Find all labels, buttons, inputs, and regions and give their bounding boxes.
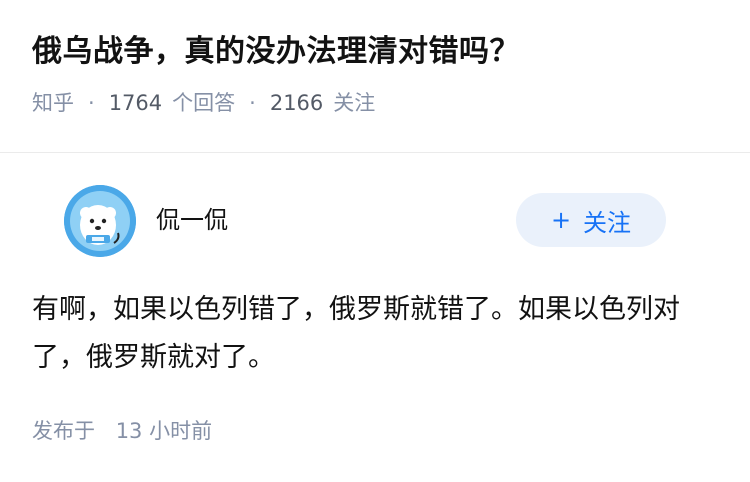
separator-dot: · xyxy=(88,91,95,115)
answers-label: 个回答 xyxy=(172,91,236,115)
question-title[interactable]: 俄乌战争，真的没办法理清对错吗？ xyxy=(32,32,718,72)
answer-card: 侃一侃 + 关注 有啊，如果以色列错了，俄罗斯就错了。如果以色列对了，俄罗斯就对… xyxy=(0,153,750,443)
source-label[interactable]: 知乎 xyxy=(32,88,74,118)
follows-label: 关注 xyxy=(333,91,376,115)
plus-icon: + xyxy=(550,206,572,234)
publish-prefix: 发布于 xyxy=(32,419,95,443)
question-meta: 知乎 · 1764 个回答 · 2166 关注 xyxy=(32,88,718,118)
publish-time: 发布于 13 小时前 xyxy=(32,415,212,445)
answer-content[interactable]: 有啊，如果以色列错了，俄罗斯就错了。如果以色列对了，俄罗斯就对了。 xyxy=(32,286,712,382)
follow-button-label: 关注 xyxy=(583,208,632,237)
follow-button[interactable]: + 关注 xyxy=(516,193,666,247)
avatar[interactable] xyxy=(64,185,136,257)
polar-bear-avatar-icon xyxy=(64,185,136,257)
publish-time-value: 13 小时前 xyxy=(115,419,213,443)
separator-dot: · xyxy=(249,91,256,115)
author-row: 侃一侃 + 关注 xyxy=(32,153,718,257)
author-name[interactable]: 侃一侃 xyxy=(156,203,228,237)
question-header: 俄乌战争，真的没办法理清对错吗？ 知乎 · 1764 个回答 · 2166 关注 xyxy=(0,0,750,118)
follows-count: 2166 xyxy=(269,91,324,115)
answers-count: 1764 xyxy=(108,91,163,115)
